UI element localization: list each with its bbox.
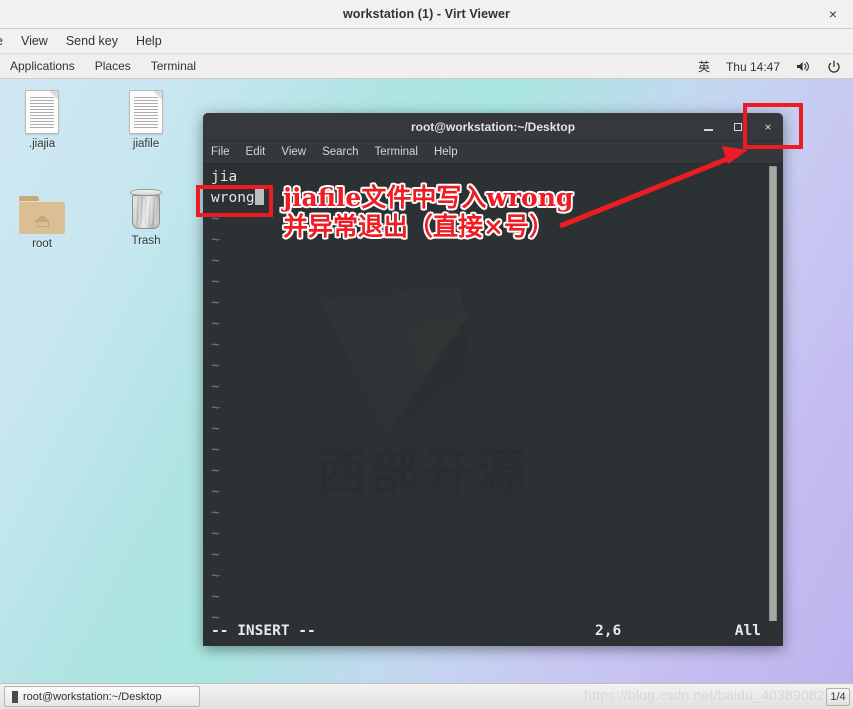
- buffer-line: ~: [211, 505, 220, 521]
- desktop-icon-root[interactable]: root: [6, 184, 78, 250]
- terminal-menu-search[interactable]: Search: [314, 146, 366, 158]
- close-icon[interactable]: ×: [825, 6, 841, 22]
- gnome-top-panel: Applications Places Terminal 英 Thu 14:47: [0, 54, 853, 79]
- buffer-line: ~: [211, 400, 220, 416]
- buffer-line: ~: [211, 568, 220, 584]
- terminal-window-controls: ×: [693, 113, 783, 141]
- terminal-title: root@workstation:~/Desktop: [410, 119, 576, 134]
- buffer-line: ~: [211, 358, 220, 374]
- taskbar: root@workstation:~/Desktop https://blog.…: [0, 683, 853, 709]
- buffer-line: ~: [211, 295, 220, 311]
- terminal-menubar: File Edit View Search Terminal Help: [203, 141, 783, 164]
- panel-tray: 英 Thu 14:47: [692, 54, 847, 79]
- buffer-line: ~: [211, 211, 220, 227]
- desktop-icon-label: Trash: [131, 235, 161, 247]
- terminal-icon: [12, 690, 18, 703]
- buffer-line: ~: [211, 421, 220, 437]
- clock[interactable]: Thu 14:47: [720, 60, 786, 74]
- desktop-icon-trash[interactable]: Trash: [110, 181, 182, 247]
- buffer-line: ~: [211, 526, 220, 542]
- buffer-line: ~: [211, 316, 220, 332]
- vim-mode: -- INSERT --: [211, 623, 316, 639]
- menu-file[interactable]: e: [0, 34, 12, 48]
- buffer-line: ~: [211, 442, 220, 458]
- buffer-line: ~: [211, 253, 220, 269]
- buffer-line: ~: [211, 547, 220, 563]
- buffer-line: ~: [211, 463, 220, 479]
- virt-viewer-title: workstation (1) - Virt Viewer: [342, 7, 511, 21]
- buffer-line: wrong: [211, 188, 761, 209]
- vim-cursor-position: 2,6: [595, 623, 622, 639]
- buffer-line: ~: [211, 484, 220, 500]
- menu-view[interactable]: View: [12, 34, 57, 48]
- buffer-line: ~: [211, 232, 220, 248]
- terminal-window[interactable]: root@workstation:~/Desktop × File Edit V…: [203, 113, 783, 646]
- terminal-menu-view[interactable]: View: [273, 146, 314, 158]
- maximize-icon[interactable]: [723, 113, 753, 141]
- terminal-menu-edit[interactable]: Edit: [238, 146, 274, 158]
- vim-status-line: -- INSERT -- 2,6 All: [203, 621, 783, 646]
- desktop-icon-label: jiafile: [132, 138, 160, 150]
- power-icon[interactable]: [821, 60, 847, 74]
- desktop-icon-jiajia[interactable]: .jiajia: [6, 84, 78, 150]
- virt-viewer-titlebar: workstation (1) - Virt Viewer ×: [0, 0, 853, 29]
- terminal-menu-file[interactable]: File: [203, 146, 238, 158]
- virt-viewer-menubar: e View Send key Help: [0, 29, 853, 54]
- buffer-line: ~: [211, 274, 220, 290]
- taskbar-window-label: root@workstation:~/Desktop: [23, 690, 162, 703]
- buffer-line: ~: [211, 337, 220, 353]
- terminal-body[interactable]: 西部开源 jia wrong ~ ~ ~ ~ ~ ~ ~ ~ ~ ~ ~ ~ ~…: [203, 164, 783, 646]
- buffer-line: ~: [211, 379, 220, 395]
- buffer-line: jia: [211, 169, 238, 185]
- close-icon[interactable]: ×: [753, 113, 783, 141]
- vim-scroll-indicator: All: [734, 623, 761, 639]
- desktop-icon-jiafile[interactable]: jiafile: [110, 84, 182, 150]
- trash-icon: [110, 181, 182, 231]
- minimize-icon[interactable]: [693, 113, 723, 141]
- desktop-icon-label: root: [32, 238, 52, 250]
- taskbar-window-button[interactable]: root@workstation:~/Desktop: [4, 686, 200, 707]
- volume-icon[interactable]: [790, 60, 817, 73]
- desktop-icon-label: .jiajia: [28, 138, 56, 150]
- screen: workstation (1) - Virt Viewer × e View S…: [0, 0, 853, 709]
- panel-places[interactable]: Places: [85, 59, 141, 73]
- buffer-line: ~: [211, 589, 220, 605]
- menu-send-key[interactable]: Send key: [57, 34, 127, 48]
- file-icon: [6, 84, 78, 134]
- terminal-menu-help[interactable]: Help: [426, 146, 466, 158]
- terminal-menu-terminal[interactable]: Terminal: [367, 146, 426, 158]
- scrollbar-thumb[interactable]: [769, 166, 777, 644]
- page-watermark: https://blog.csdn.net/baidu_40389082: [584, 687, 825, 703]
- file-icon: [110, 84, 182, 134]
- text-cursor: [254, 189, 264, 205]
- vim-buffer: jia wrong ~ ~ ~ ~ ~ ~ ~ ~ ~ ~ ~ ~ ~ ~ ~ …: [211, 167, 761, 629]
- workspace-switcher[interactable]: 1/4: [826, 688, 850, 706]
- panel-terminal[interactable]: Terminal: [141, 59, 206, 73]
- input-method-indicator[interactable]: 英: [692, 58, 716, 75]
- panel-applications[interactable]: Applications: [0, 59, 85, 73]
- terminal-scrollbar[interactable]: [769, 164, 777, 646]
- folder-icon: [6, 184, 78, 234]
- menu-help[interactable]: Help: [127, 34, 171, 48]
- terminal-titlebar: root@workstation:~/Desktop ×: [203, 113, 783, 141]
